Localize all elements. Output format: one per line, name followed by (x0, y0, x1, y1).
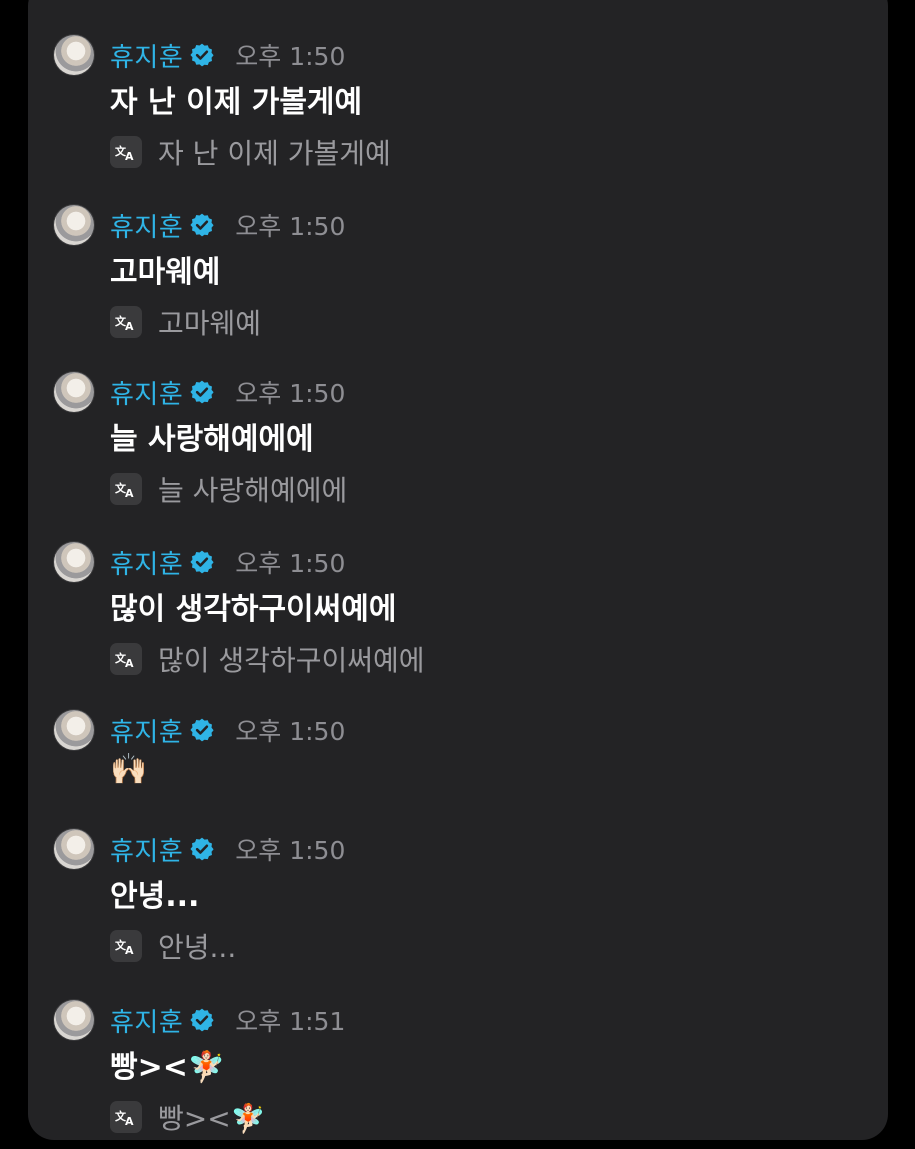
verified-badge-icon (190, 550, 214, 574)
svg-text:A: A (125, 150, 134, 161)
message-header: 휴지훈 오후 1:50 (110, 35, 345, 75)
avatar[interactable] (54, 372, 94, 412)
avatar[interactable] (54, 1000, 94, 1040)
message-emoji: 🙌🏻 (110, 752, 148, 787)
message-header: 휴지훈 오후 1:50 (110, 205, 345, 245)
message-time: 오후 1:50 (235, 717, 346, 746)
sender-name[interactable]: 휴지훈 (110, 712, 183, 749)
verified-badge-icon (190, 43, 214, 67)
translation-row[interactable]: 文A 많이 생각하구이써예에 (110, 642, 425, 677)
translation-text: 많이 생각하구이써예에 (158, 644, 425, 677)
translation-row[interactable]: 文A 늘 사랑해예에에 (110, 472, 348, 507)
verified-badge-icon (190, 380, 214, 404)
avatar[interactable] (54, 710, 94, 750)
sender-name[interactable]: 휴지훈 (110, 374, 183, 411)
translation-text-row: 빵><🧚🏻 (158, 1097, 266, 1137)
message-text: 늘 사랑해예에에 (110, 422, 314, 457)
translate-icon[interactable]: 文A (110, 1101, 142, 1133)
translation-text: 고마웨예 (158, 307, 262, 340)
message-header: 휴지훈 오후 1:50 (110, 829, 345, 869)
avatar[interactable] (54, 35, 94, 75)
translation-text: 안녕... (158, 931, 237, 964)
message-time: 오후 1:51 (235, 1007, 346, 1036)
message-time: 오후 1:50 (235, 379, 346, 408)
message-header: 휴지훈 오후 1:50 (110, 710, 345, 750)
avatar[interactable] (54, 205, 94, 245)
avatar[interactable] (54, 542, 94, 582)
svg-text:A: A (125, 487, 134, 498)
verified-badge-icon (190, 837, 214, 861)
translation-row[interactable]: 文A 고마웨예 (110, 305, 262, 340)
fairy-emoji: 🧚🏻 (230, 1102, 266, 1135)
message-header: 휴지훈 오후 1:50 (110, 542, 345, 582)
translation-row[interactable]: 文A 빵><🧚🏻 (110, 1097, 266, 1137)
message-text: 많이 생각하구이써예에 (110, 592, 397, 627)
message-header: 휴지훈 오후 1:51 (110, 1000, 345, 1040)
message-time: 오후 1:50 (235, 212, 346, 241)
sender-name[interactable]: 휴지훈 (110, 831, 183, 868)
translation-text: 빵>< (158, 1102, 231, 1135)
message-text: 자 난 이제 가볼게예 (110, 85, 363, 120)
svg-text:A: A (125, 657, 134, 668)
translate-icon[interactable]: 文A (110, 136, 142, 168)
translation-row[interactable]: 文A 자 난 이제 가볼게예 (110, 135, 391, 170)
message-text-row: 빵><🧚🏻 (110, 1042, 225, 1086)
verified-badge-icon (190, 1008, 214, 1032)
message-text: 빵>< (110, 1050, 188, 1085)
svg-text:A: A (125, 1115, 134, 1126)
sender-name[interactable]: 휴지훈 (110, 207, 183, 244)
translation-text: 자 난 이제 가볼게예 (158, 137, 391, 170)
message-time: 오후 1:50 (235, 42, 346, 71)
sender-name[interactable]: 휴지훈 (110, 544, 183, 581)
verified-badge-icon (190, 718, 214, 742)
translate-icon[interactable]: 文A (110, 643, 142, 675)
sender-name[interactable]: 휴지훈 (110, 37, 183, 74)
avatar[interactable] (54, 829, 94, 869)
message-text: 안녕... (110, 879, 200, 914)
fairy-emoji: 🧚🏻 (187, 1050, 226, 1085)
message-time: 오후 1:50 (235, 549, 346, 578)
translation-text: 늘 사랑해예에에 (158, 474, 348, 507)
translation-row[interactable]: 文A 안녕... (110, 929, 237, 964)
message-header: 휴지훈 오후 1:50 (110, 372, 345, 412)
translate-icon[interactable]: 文A (110, 473, 142, 505)
svg-text:A: A (125, 944, 134, 955)
message-list: 휴지훈 오후 1:50 자 난 이제 가볼게예 文A 자 난 이제 가볼게예 휴… (28, 0, 888, 1140)
sender-name[interactable]: 휴지훈 (110, 1002, 183, 1039)
message-time: 오후 1:50 (235, 836, 346, 865)
svg-text:A: A (125, 320, 134, 331)
translate-icon[interactable]: 文A (110, 930, 142, 962)
message-text: 고마웨예 (110, 255, 221, 290)
translate-icon[interactable]: 文A (110, 306, 142, 338)
verified-badge-icon (190, 213, 214, 237)
